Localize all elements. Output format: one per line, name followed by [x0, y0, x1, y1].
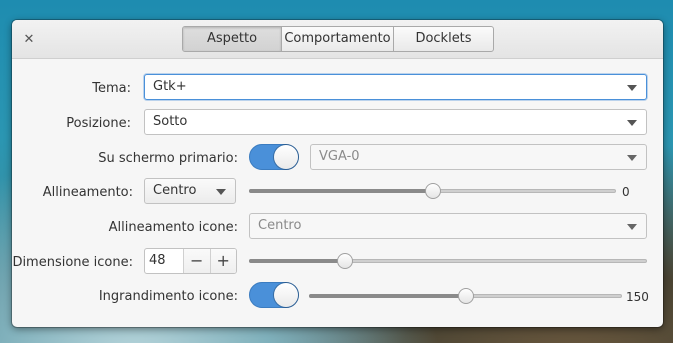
schermo-value: VGA-0 — [319, 149, 360, 164]
posizione-value: Sotto — [153, 114, 188, 129]
tema-label: Tema: — [92, 81, 131, 96]
tab-comportamento[interactable]: Comportamento — [282, 27, 394, 51]
dock-preferences-window: ✕ Aspetto Comportamento Docklets Tema: G… — [12, 20, 663, 327]
ingrandimento-icone-slider[interactable] — [309, 288, 622, 304]
allineamento-icone-label: Allineamento icone: — [108, 220, 238, 235]
tab-bar: Aspetto Comportamento Docklets — [182, 26, 494, 52]
tab-aspetto[interactable]: Aspetto — [183, 27, 282, 51]
slider-fill — [249, 189, 433, 193]
tab-docklets[interactable]: Docklets — [394, 27, 493, 51]
posizione-combo[interactable]: Sotto — [144, 109, 647, 135]
tema-value: Gtk+ — [153, 79, 187, 94]
switch-knob — [274, 145, 298, 169]
slider-handle[interactable] — [424, 183, 441, 199]
dimensione-icone-spinbutton[interactable]: 48 − + — [144, 248, 237, 274]
allineamento-icone-combo[interactable]: Centro — [249, 213, 647, 239]
decrement-button[interactable]: − — [183, 249, 210, 273]
schermo-combo[interactable]: VGA-0 — [310, 144, 647, 170]
dimensione-icone-value[interactable]: 48 — [145, 249, 183, 273]
schermo-primario-label: Su schermo primario: — [98, 151, 238, 166]
schermo-primario-switch[interactable] — [249, 144, 299, 170]
allineamento-label: Allineamento: — [42, 185, 133, 200]
chevron-down-icon — [627, 85, 637, 91]
posizione-label: Posizione: — [66, 116, 131, 131]
allineamento-icone-value: Centro — [258, 218, 302, 233]
ingrandimento-icone-switch[interactable] — [249, 282, 299, 308]
slider-fill — [309, 294, 466, 298]
dimensione-icone-slider[interactable] — [249, 253, 647, 269]
dimensione-icone-label: Dimensione icone: — [12, 255, 133, 270]
tema-combo[interactable]: Gtk+ — [144, 74, 647, 100]
chevron-down-icon — [627, 120, 637, 126]
slider-fill — [249, 259, 345, 263]
allineamento-slider-value: 0 — [622, 185, 630, 199]
switch-knob — [274, 283, 298, 307]
ingrandimento-icone-slider-value: 150 — [626, 290, 649, 304]
allineamento-combo[interactable]: Centro — [144, 178, 236, 204]
allineamento-slider[interactable] — [249, 183, 616, 199]
titlebar: ✕ Aspetto Comportamento Docklets — [12, 20, 663, 59]
chevron-down-icon — [216, 189, 226, 195]
chevron-down-icon — [627, 224, 637, 230]
allineamento-value: Centro — [153, 183, 197, 198]
increment-button[interactable]: + — [209, 249, 236, 273]
close-icon[interactable]: ✕ — [20, 30, 38, 48]
chevron-down-icon — [627, 155, 637, 161]
slider-handle[interactable] — [457, 288, 474, 304]
ingrandimento-icone-label: Ingrandimento icone: — [98, 289, 238, 304]
slider-handle[interactable] — [336, 253, 353, 269]
